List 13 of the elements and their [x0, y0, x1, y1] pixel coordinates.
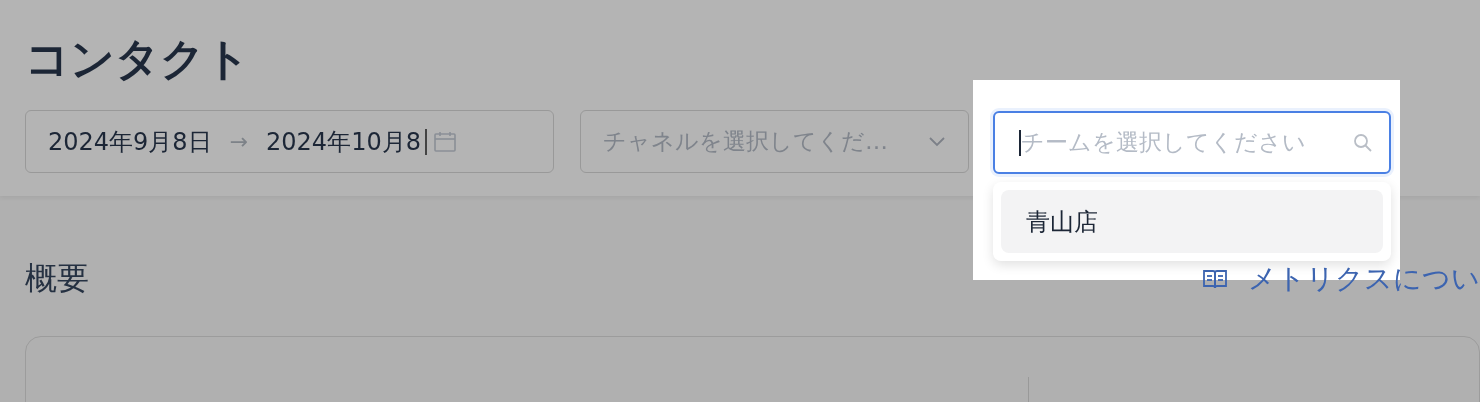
range-arrow: →: [229, 129, 249, 154]
page-title: コンタクト: [25, 32, 251, 86]
team-placeholder: チームを選択してください: [1021, 128, 1307, 157]
chevron-down-icon: [928, 135, 946, 148]
date-range-field[interactable]: 2024年9月8日 → 2024年10月8: [25, 110, 554, 173]
book-icon: [1202, 268, 1228, 290]
calendar-icon: [432, 129, 457, 154]
metrics-link[interactable]: メトリクスについ: [1248, 260, 1480, 298]
start-date: 2024年9月8日: [48, 126, 212, 158]
end-date: 2024年10月8: [266, 126, 421, 158]
search-icon: [1353, 132, 1373, 153]
section-title: 概要: [25, 258, 89, 299]
dropdown-option[interactable]: 青山店: [1001, 190, 1383, 253]
